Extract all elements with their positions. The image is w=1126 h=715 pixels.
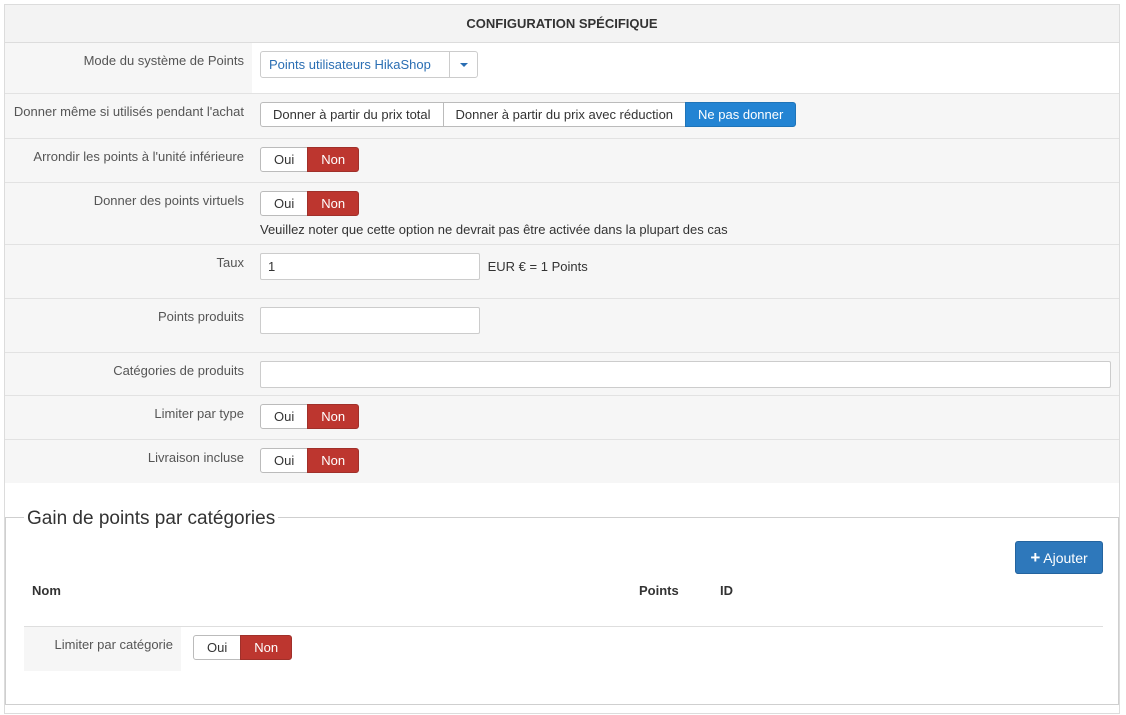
row-label: Arrondir les points à l'unité inférieure (5, 138, 252, 183)
yes-button[interactable]: Oui (260, 403, 309, 429)
virtual-note: Veuillez noter que cette option ne devra… (260, 221, 728, 237)
row-label: Limiter par type (5, 395, 252, 440)
product-categories-input[interactable] (260, 360, 1111, 388)
give-total-button[interactable]: Donner à partir du prix total (260, 101, 444, 127)
row-rate: Taux EUR € = 1 Points (5, 244, 1119, 299)
panel-title: CONFIGURATION SPÉCIFIQUE (5, 5, 1119, 43)
category-gain-fieldset: Gain de points par catégories + Ajouter … (5, 508, 1119, 705)
round-toggle: Oui Non (260, 146, 360, 172)
plus-icon: + (1030, 547, 1041, 567)
row-label: Taux (5, 244, 252, 299)
limit-category-toggle: Oui Non (193, 635, 293, 660)
config-table: Mode du système de Points Points utilisa… (5, 43, 1119, 483)
column-header-id: ID (720, 583, 733, 598)
column-header-name: Nom (32, 583, 61, 598)
no-button[interactable]: Non (307, 403, 360, 429)
category-gain-legend: Gain de points par catégories (24, 508, 279, 530)
add-button-label: Ajouter (1043, 549, 1088, 566)
yes-button[interactable]: Oui (260, 146, 309, 172)
row-shipping: Livraison incluse Oui Non (5, 439, 1119, 483)
give-discount-button[interactable]: Donner à partir du prix avec réduction (442, 101, 687, 127)
give-even-options: Donner à partir du prix total Donner à p… (260, 101, 797, 127)
virtual-toggle: Oui Non (260, 190, 360, 216)
yes-button[interactable]: Oui (260, 190, 309, 216)
limit-type-toggle: Oui Non (260, 403, 360, 429)
yes-button[interactable]: Oui (193, 635, 242, 660)
rate-input[interactable] (260, 252, 480, 280)
yes-button[interactable]: Oui (260, 447, 309, 473)
row-label: Mode du système de Points (5, 43, 252, 94)
column-header-points: Points (639, 583, 679, 598)
row-label: Donner même si utilisés pendant l'achat (5, 93, 252, 139)
row-give-even: Donner même si utilisés pendant l'achat … (5, 93, 1119, 139)
product-points-input[interactable] (260, 306, 480, 334)
row-label: Limiter par catégorie (24, 627, 181, 671)
row-product-points: Points produits (5, 298, 1119, 353)
rate-suffix: EUR € = 1 Points (487, 258, 588, 274)
do-not-give-button[interactable]: Ne pas donner (685, 101, 797, 127)
row-label: Catégories de produits (5, 352, 252, 396)
row-label: Livraison incluse (5, 439, 252, 483)
shipping-toggle: Oui Non (260, 447, 360, 473)
row-label: Points produits (5, 298, 252, 353)
row-round: Arrondir les points à l'unité inférieure… (5, 138, 1119, 183)
row-limit-type: Limiter par type Oui Non (5, 395, 1119, 440)
no-button[interactable]: Non (307, 190, 360, 216)
add-button[interactable]: + Ajouter (1015, 541, 1103, 574)
row-mode: Mode du système de Points Points utilisa… (5, 43, 1119, 94)
no-button[interactable]: Non (307, 146, 360, 172)
no-button[interactable]: Non (307, 447, 360, 473)
chevron-down-icon (459, 62, 468, 67)
row-label: Donner des points virtuels (5, 182, 252, 245)
row-virtual: Donner des points virtuels Oui Non Veuil… (5, 182, 1119, 245)
points-mode-select[interactable]: Points utilisateurs HikaShop (260, 51, 478, 78)
dropdown-button[interactable] (449, 52, 477, 77)
no-button[interactable]: Non (240, 635, 293, 660)
row-product-categories: Catégories de produits (5, 352, 1119, 396)
select-value: Points utilisateurs HikaShop (269, 57, 431, 72)
row-limit-category: Limiter par catégorie Oui Non (24, 627, 1103, 671)
